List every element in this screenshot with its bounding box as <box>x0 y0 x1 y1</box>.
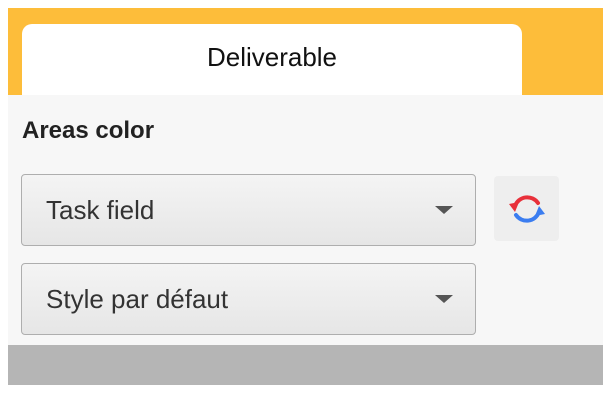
dropdown-value: Style par défaut <box>46 283 229 314</box>
section-title: Areas color <box>22 117 155 144</box>
tab-label: Deliverable <box>206 41 338 72</box>
areas-color-section: Areas color Task field Style par défaut <box>8 95 603 345</box>
ribbon-header: Deliverable <box>8 8 603 100</box>
panel: Deliverable Areas color Task field Style… <box>8 8 603 406</box>
style-dropdown[interactable]: Style par défaut <box>21 263 476 335</box>
refresh-icon <box>508 194 545 223</box>
task-field-dropdown[interactable]: Task field <box>21 174 476 246</box>
footer-area <box>8 385 603 406</box>
tab-deliverable[interactable]: Deliverable <box>22 24 522 100</box>
chevron-down-icon <box>435 206 453 214</box>
dropdown-value: Task field <box>46 194 155 225</box>
refresh-button[interactable] <box>494 176 559 241</box>
footer-bar <box>8 345 603 385</box>
chevron-down-icon <box>435 295 453 303</box>
